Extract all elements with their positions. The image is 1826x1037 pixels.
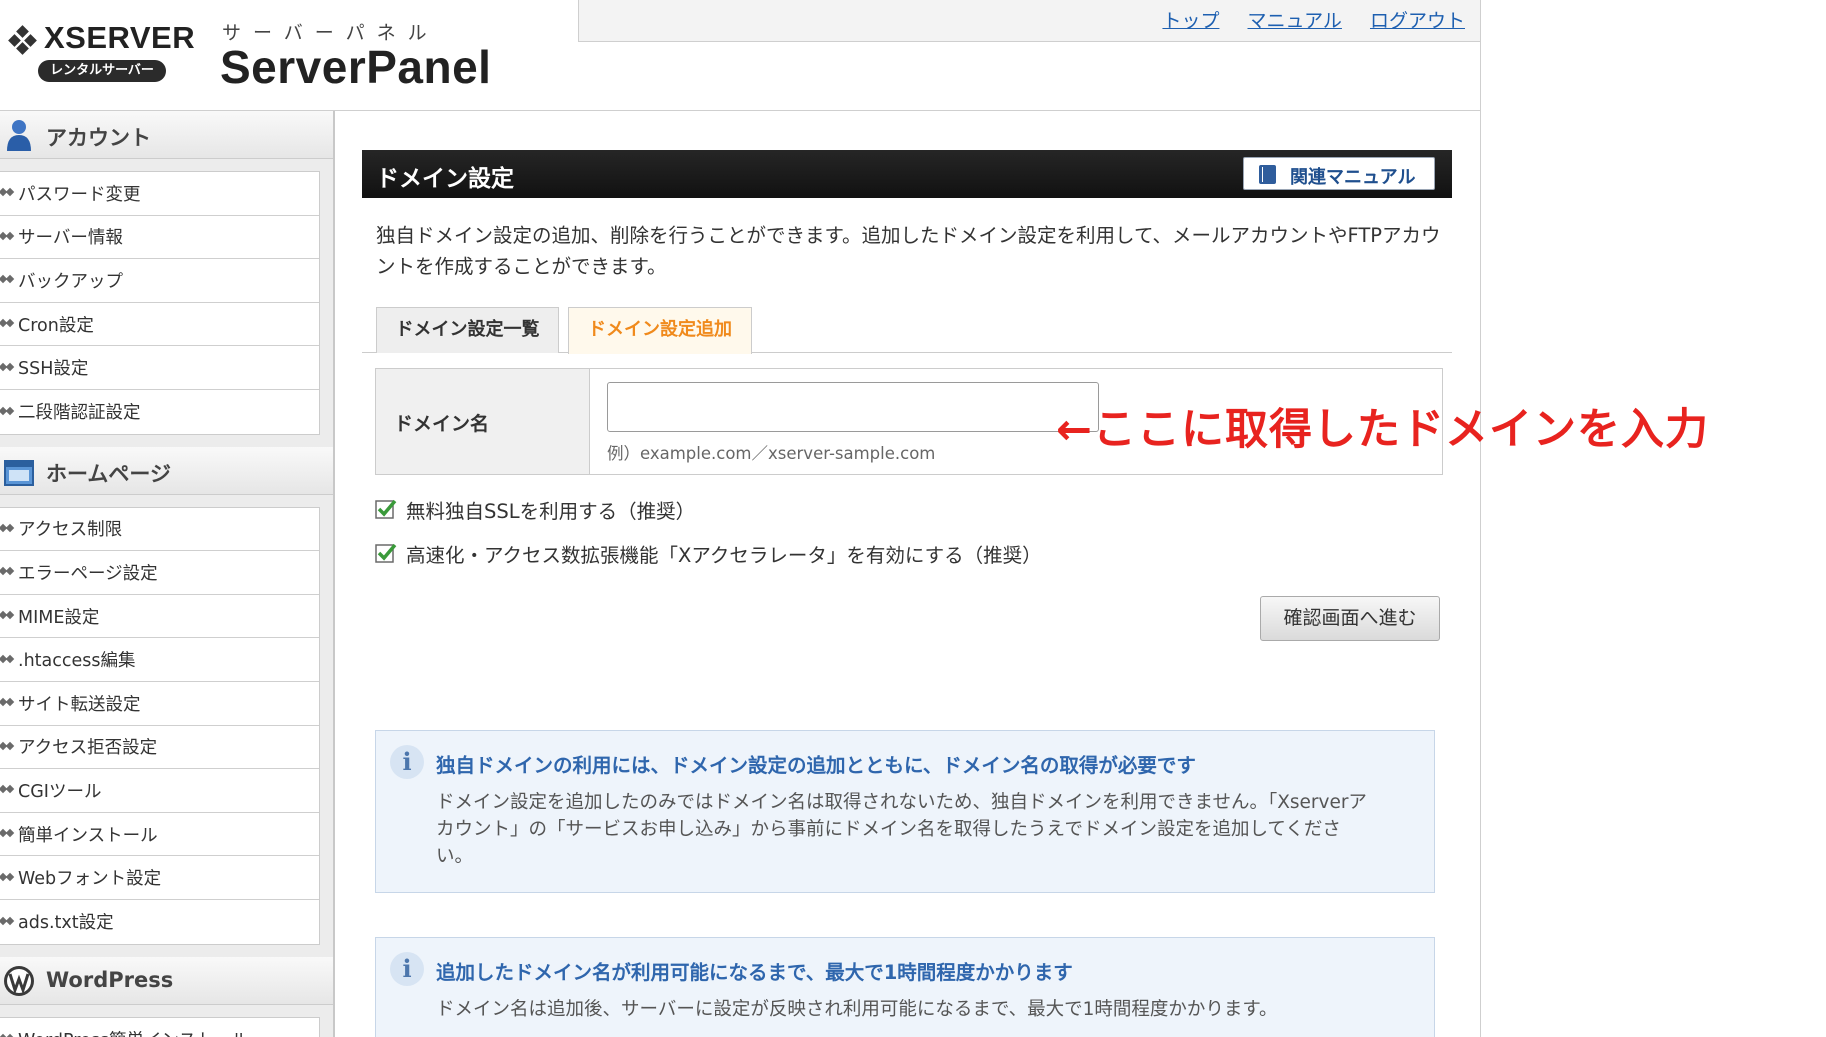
domain-input[interactable] <box>607 382 1099 432</box>
tab-bar: ドメイン設定一覧 ドメイン設定追加 <box>362 307 1452 354</box>
arrow-bullet-icon <box>0 783 17 797</box>
domain-label-cell: ドメイン名 <box>376 369 590 474</box>
sidebar-item-password[interactable]: パスワード変更 <box>0 172 319 216</box>
related-manual-button[interactable]: 関連マニュアル <box>1243 157 1435 190</box>
accelerator-checkbox-label: 高速化・アクセス数拡張機能「Xアクセラレータ」を有効にする（推奨） <box>406 543 1042 567</box>
sidebar-item-htaccess[interactable]: .htaccess編集 <box>0 638 319 682</box>
nav-manual-link[interactable]: マニュアル <box>1248 10 1342 32</box>
sidebar: アカウント パスワード変更 サーバー情報 バックアップ Cron設定 SSH設定… <box>0 111 335 1037</box>
info-title: 独自ドメインの利用には、ドメイン設定の追加とともに、ドメイン名の取得が必要です <box>436 754 1196 777</box>
page-description: 独自ドメイン設定の追加、削除を行うことができます。追加したドメイン設定を利用して… <box>376 224 1441 278</box>
top-nav: トップ マニュアル ログアウト <box>1140 6 1465 33</box>
sidebar-item-webfont[interactable]: Webフォント設定 <box>0 856 319 900</box>
sidebar-list-wordpress: WordPress簡単インストール <box>0 1016 320 1037</box>
arrow-bullet-icon <box>0 1032 17 1037</box>
domain-label: ドメイン名 <box>394 413 490 435</box>
sidebar-item-redirect[interactable]: サイト転送設定 <box>0 682 319 726</box>
sidebar-item-ssh[interactable]: SSH設定 <box>0 346 319 390</box>
sidebar-item-access-deny[interactable]: アクセス拒否設定 <box>0 726 319 770</box>
arrow-bullet-icon <box>0 186 17 200</box>
arrow-bullet-icon <box>0 827 17 841</box>
nav-top-link[interactable]: トップ <box>1162 10 1219 32</box>
accelerator-checkbox-row[interactable]: 高速化・アクセス数拡張機能「Xアクセラレータ」を有効にする（推奨） <box>375 531 1452 575</box>
nav-logout-link[interactable]: ログアウト <box>1370 10 1465 32</box>
checkmark-icon <box>375 499 397 519</box>
arrow-bullet-icon <box>0 653 17 667</box>
brand-badge: レンタルサーバー <box>38 60 166 82</box>
page-title: ドメイン設定 <box>376 166 514 192</box>
arrow-bullet-icon <box>0 915 17 929</box>
info-body: ドメイン名は追加後、サーバーに設定が反映され利用可能になるまで、最大で1時間程度… <box>436 999 1278 1020</box>
content-right-border <box>1480 0 1481 1037</box>
info-icon: i <box>390 745 424 779</box>
arrow-bullet-icon <box>0 565 17 579</box>
page-title-bar: ドメイン設定 関連マニュアル <box>362 150 1452 198</box>
sidebar-item-access-limit[interactable]: アクセス制限 <box>0 508 319 552</box>
arrow-bullet-icon <box>0 273 17 287</box>
sidebar-item-ads-txt[interactable]: ads.txt設定 <box>0 900 319 944</box>
sidebar-item-server-info[interactable]: サーバー情報 <box>0 216 319 260</box>
sidebar-section-title: ホームページ <box>46 461 171 486</box>
sidebar-item-wp-install[interactable]: WordPress簡単インストール <box>0 1018 319 1037</box>
info-title: 追加したドメイン名が利用可能になるまで、最大で1時間程度かかります <box>436 961 1073 984</box>
logo-area[interactable]: XSERVER レンタルサーバー サーバーパネル ServerPanel <box>0 0 580 110</box>
sidebar-list-homepage: アクセス制限 エラーページ設定 MIME設定 .htaccess編集 サイト転送… <box>0 506 320 945</box>
ssl-checkbox-row[interactable]: 無料独自SSLを利用する（推奨） <box>375 487 1452 531</box>
arrow-bullet-icon <box>0 609 17 623</box>
arrow-bullet-icon <box>0 317 17 331</box>
book-icon <box>1259 165 1276 184</box>
info-body: ドメイン設定を追加したのみではドメイン名は取得されないため、独自ドメインを利用で… <box>436 792 1367 867</box>
sidebar-item-2fa[interactable]: 二段階認証設定 <box>0 390 319 434</box>
related-manual-label: 関連マニュアル <box>1290 167 1416 188</box>
sidebar-item-cron[interactable]: Cron設定 <box>0 303 319 347</box>
tab-domain-add[interactable]: ドメイン設定追加 <box>568 307 752 354</box>
arrow-bullet-icon <box>0 361 17 375</box>
info-icon: i <box>390 952 424 986</box>
sidebar-section-title: アカウント <box>46 126 151 150</box>
arrow-bullet-icon <box>0 696 17 710</box>
sidebar-section-homepage[interactable]: ホームページ <box>0 446 333 495</box>
sidebar-section-title: WordPress <box>46 967 174 992</box>
annotation-callout: ←ここに取得したドメインを入力 <box>1056 405 1710 455</box>
arrow-bullet-icon <box>0 871 17 885</box>
sidebar-section-wordpress[interactable]: WordPress <box>0 956 333 1005</box>
main-content: ドメイン設定 関連マニュアル 独自ドメイン設定の追加、削除を行うことができます。… <box>362 150 1452 1037</box>
info-box-propagation: i 追加したドメイン名が利用可能になるまで、最大で1時間程度かかります ドメイン… <box>375 937 1435 1037</box>
sidebar-item-backup[interactable]: バックアップ <box>0 259 319 303</box>
domain-example-text: 例）example.com／xserver-sample.com <box>607 444 936 463</box>
sidebar-list-account: パスワード変更 サーバー情報 バックアップ Cron設定 SSH設定 二段階認証… <box>0 171 320 435</box>
homepage-icon <box>4 459 34 486</box>
sidebar-item-cgi[interactable]: CGIツール <box>0 769 319 813</box>
top-bar: トップ マニュアル ログアウト <box>578 0 1481 42</box>
brand-name: XSERVER <box>44 20 196 55</box>
wordpress-icon <box>4 965 34 996</box>
sidebar-item-mime[interactable]: MIME設定 <box>0 595 319 639</box>
arrow-bullet-icon <box>0 230 17 244</box>
sidebar-item-error-page[interactable]: エラーページ設定 <box>0 551 319 595</box>
panel-title: ServerPanel <box>220 41 492 93</box>
confirm-button[interactable]: 確認画面へ進む <box>1260 596 1440 641</box>
ssl-checkbox-label: 無料独自SSLを利用する（推奨） <box>406 499 696 523</box>
sidebar-item-easy-install[interactable]: 簡単インストール <box>0 813 319 857</box>
accelerator-checkbox[interactable] <box>375 542 397 564</box>
arrow-bullet-icon <box>0 522 17 536</box>
user-icon <box>7 120 31 151</box>
checkmark-icon <box>375 543 397 563</box>
tab-domain-list[interactable]: ドメイン設定一覧 <box>376 307 559 353</box>
arrow-bullet-icon <box>0 740 17 754</box>
info-box-domain-required: i 独自ドメインの利用には、ドメイン設定の追加とともに、ドメイン名の取得が必要で… <box>375 730 1435 893</box>
sidebar-section-account[interactable]: アカウント <box>0 111 333 159</box>
arrow-bullet-icon <box>0 405 17 419</box>
ssl-checkbox[interactable] <box>375 498 397 520</box>
xserver-logo-icon <box>8 25 37 55</box>
